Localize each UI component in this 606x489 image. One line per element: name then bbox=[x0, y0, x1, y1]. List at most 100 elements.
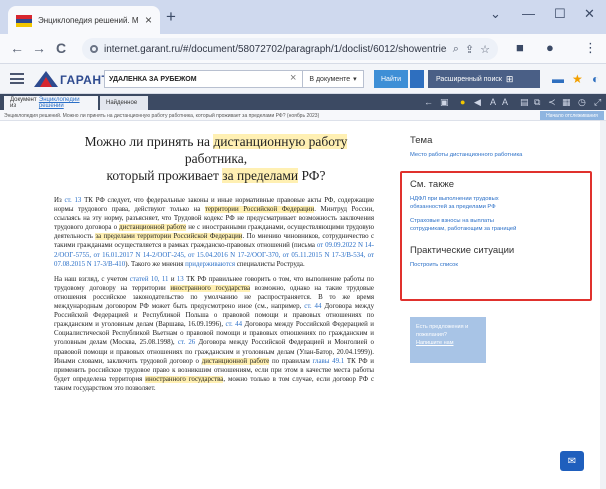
write-us-link[interactable]: Напишите нам bbox=[416, 339, 480, 347]
browser-tabstrip: Энциклопедия решений. Можн × + ⌄ — ☐ ✕ bbox=[0, 0, 606, 34]
reload-button[interactable]: C bbox=[56, 41, 66, 55]
chat-button[interactable]: ✉ bbox=[560, 451, 584, 471]
arrow-left-icon[interactable]: ← bbox=[424, 96, 433, 108]
tab-document[interactable]: Документ из Энциклопедии решений bbox=[4, 96, 98, 110]
search-highlight: иностранного государства bbox=[145, 375, 224, 383]
url-text[interactable]: internet.garant.ru/#/document/58072702/p… bbox=[104, 44, 447, 55]
build-list-link[interactable]: Построить список bbox=[410, 261, 458, 269]
favorites-star-icon[interactable]: ★ bbox=[572, 72, 583, 86]
feedback-box: Есть предложения и пожелания? Напишите н… bbox=[410, 317, 486, 363]
font-size-icon[interactable]: A bbox=[490, 96, 496, 108]
title-highlight: за пределами bbox=[222, 168, 299, 183]
browser-menu-icon[interactable]: ⋮ bbox=[584, 41, 597, 55]
paragraph-2: На наш взгляд, с учетом статей 10, 11 и … bbox=[54, 275, 374, 393]
close-window-button[interactable]: ✕ bbox=[584, 7, 595, 21]
article-link[interactable]: ст. 13 bbox=[64, 197, 81, 204]
rostrud-link[interactable]: придерживаются bbox=[185, 261, 235, 268]
tab-search-icon[interactable]: ⌄ bbox=[490, 7, 501, 21]
browser-navbar: ← → C internet.garant.ru/#/document/5807… bbox=[0, 34, 606, 64]
garant-logo-icon bbox=[34, 71, 58, 87]
title-highlight: дистанционную работу bbox=[213, 134, 348, 149]
page-title: Можно ли принять на дистанционную работу… bbox=[54, 133, 374, 184]
messages-icon[interactable]: ▬ bbox=[552, 72, 564, 86]
find-button[interactable]: Найти bbox=[374, 70, 408, 88]
text: и bbox=[168, 275, 177, 283]
breadcrumb: Энциклопедия решений. Можно ли принять н… bbox=[0, 110, 606, 121]
share-doc-icon[interactable]: ≺ bbox=[548, 96, 556, 108]
history-icon[interactable]: ◷ bbox=[578, 96, 586, 108]
search-highlight: дистанционной работе bbox=[201, 357, 270, 365]
related-panel: Тема Место работы дистанционного работни… bbox=[388, 121, 606, 489]
title-part: Можно ли принять на bbox=[84, 134, 214, 149]
search-scope-select[interactable]: В документе ▾ bbox=[302, 70, 364, 88]
extended-search-button[interactable]: Расширенный поиск ⊞ bbox=[428, 70, 540, 88]
font-size-small-icon[interactable]: A bbox=[502, 96, 508, 108]
text: Из bbox=[54, 197, 65, 204]
find-options-button[interactable] bbox=[410, 70, 424, 88]
extended-search-label: Расширенный поиск bbox=[436, 75, 502, 83]
title-part: РФ? bbox=[298, 168, 326, 183]
chapter-link[interactable]: главы 49.1 bbox=[313, 358, 345, 365]
garant-logo-text[interactable]: ГАРАНТ bbox=[60, 73, 109, 87]
article-link[interactable]: статей 10, 11 bbox=[130, 276, 169, 283]
search-highlight: иностранного государства bbox=[170, 284, 251, 292]
browser-tab[interactable]: Энциклопедия решений. Можн × bbox=[8, 6, 160, 34]
article-link[interactable]: ст. 26 bbox=[178, 339, 195, 346]
practical-title: Практические ситуации bbox=[410, 245, 515, 256]
share-icon[interactable]: ⇪ bbox=[465, 43, 474, 56]
compare-icon[interactable]: ⧉ bbox=[534, 96, 540, 108]
chat-icon: ✉ bbox=[567, 455, 577, 467]
address-bar[interactable]: internet.garant.ru/#/document/58072702/p… bbox=[82, 38, 498, 60]
search-highlight: территории Российской Федерации bbox=[204, 206, 315, 214]
forward-button[interactable]: → bbox=[32, 41, 46, 55]
bookmark-star-icon[interactable]: ☆ bbox=[480, 43, 490, 56]
back-button[interactable]: ← bbox=[10, 41, 24, 55]
new-tab-button[interactable]: + bbox=[166, 8, 176, 26]
article-link[interactable]: ст. 44 bbox=[225, 321, 242, 328]
settings-icon[interactable]: ◐ bbox=[592, 72, 599, 86]
scope-value: В документе bbox=[309, 75, 351, 83]
document-body: Можно ли принять на дистанционную работу… bbox=[0, 121, 388, 489]
maximize-button[interactable]: ☐ bbox=[554, 7, 566, 21]
site-info-icon[interactable] bbox=[90, 45, 98, 53]
article-link[interactable]: 13 bbox=[177, 276, 184, 283]
text: по правилам bbox=[269, 357, 313, 365]
profile-icon[interactable]: ● bbox=[546, 41, 554, 55]
text: На наш взгляд, с учетом bbox=[54, 275, 130, 283]
chevron-down-icon: ▾ bbox=[353, 76, 357, 83]
title-part: который проживает bbox=[106, 168, 223, 183]
speaker-icon[interactable]: ◀ bbox=[474, 96, 481, 108]
scrollbar[interactable] bbox=[600, 121, 606, 489]
garant-favicon-icon bbox=[16, 14, 32, 27]
see-also-box bbox=[400, 171, 592, 301]
extended-search-icon: ⊞ bbox=[505, 73, 514, 84]
see-also-link-ndfl[interactable]: НДФЛ при выполнении трудовых обязанносте… bbox=[410, 195, 520, 211]
text: ). Такого же мнения bbox=[125, 260, 186, 268]
follow-changes-button[interactable]: Начало отслеживания bbox=[540, 111, 604, 120]
see-also-link-contributions[interactable]: Страховые взносы на выплаты сотрудникам,… bbox=[410, 217, 526, 233]
see-also-title: См. также bbox=[410, 179, 454, 190]
theme-title: Тема bbox=[410, 135, 433, 146]
tab-close-icon[interactable]: × bbox=[145, 14, 152, 26]
extension-icon[interactable]: ■ bbox=[516, 41, 524, 55]
tab-document-link[interactable]: Энциклопедии решений bbox=[39, 97, 92, 109]
tab-found[interactable]: Найденное bbox=[100, 96, 148, 110]
search-clear-icon[interactable]: × bbox=[290, 72, 296, 84]
hamburger-menu-icon[interactable] bbox=[10, 73, 24, 84]
minimize-button[interactable]: — bbox=[522, 7, 535, 21]
search-highlight: за пределами территории Российской Федер… bbox=[95, 233, 243, 241]
document-icon[interactable]: ▤ bbox=[520, 96, 529, 108]
article-link[interactable]: ст. 44 bbox=[304, 303, 321, 310]
print-icon[interactable]: ▣ bbox=[440, 96, 449, 108]
feedback-text: Есть предложения и пожелания? bbox=[416, 324, 469, 338]
paragraph-1: Из ст. 13 ТК РФ следует, что федеральные… bbox=[54, 196, 374, 269]
search-highlight: дистанционной работе bbox=[119, 224, 187, 232]
text: специалисты Роструда. bbox=[235, 260, 305, 268]
expand-icon[interactable]: ⤢ bbox=[594, 96, 601, 108]
theme-link[interactable]: Место работы дистанционного работника bbox=[410, 151, 522, 159]
zoom-icon[interactable]: ⌕ bbox=[453, 43, 459, 56]
lightbulb-icon[interactable]: ● bbox=[460, 96, 465, 108]
title-part: работника, bbox=[184, 151, 248, 166]
save-icon[interactable]: ▦ bbox=[562, 96, 571, 108]
garant-header: ГАРАНТ УДАЛЕНКА ЗА РУБЕЖОМ × В документе… bbox=[0, 64, 606, 94]
